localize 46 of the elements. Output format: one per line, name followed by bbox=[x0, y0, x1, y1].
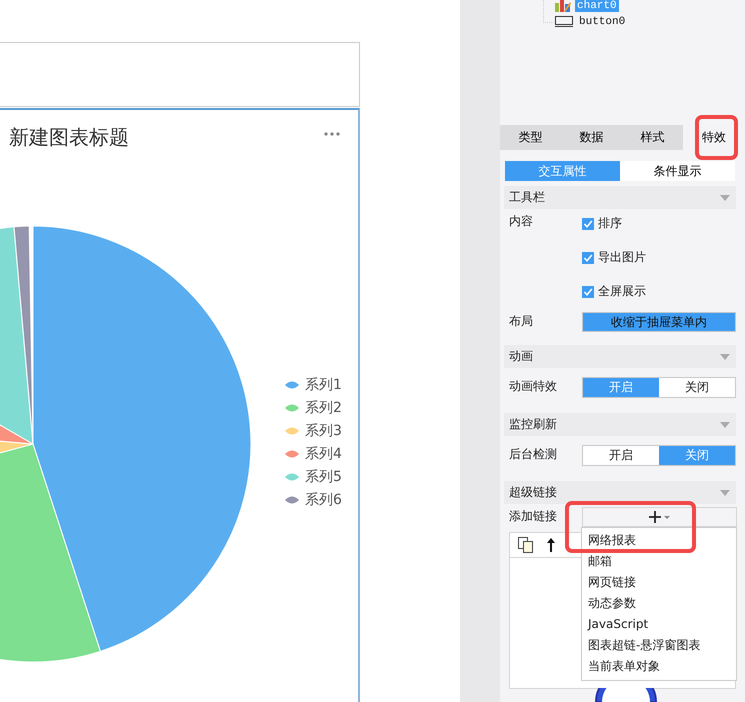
menu-item[interactable]: 动态参数 bbox=[582, 593, 736, 614]
field-label: 动画特效 bbox=[509, 378, 558, 395]
section-header[interactable]: 工具栏 bbox=[504, 186, 736, 209]
menu-item[interactable]: 邮箱 bbox=[582, 551, 736, 572]
legend-label[interactable]: 系列6 bbox=[305, 491, 342, 509]
add-link-button[interactable] bbox=[582, 507, 737, 527]
legend-label[interactable]: 系列4 bbox=[305, 445, 342, 463]
menu-item[interactable]: JavaScript bbox=[582, 614, 736, 635]
caret-icon bbox=[720, 354, 730, 360]
field-label: 添加链接 bbox=[509, 508, 558, 525]
tab[interactable]: 类型 bbox=[500, 125, 561, 150]
section-header[interactable]: 超级链接 bbox=[504, 481, 736, 504]
field-label: 内容 bbox=[509, 213, 534, 230]
section-header[interactable]: 监控刷新 bbox=[504, 413, 736, 436]
field-label: 后台检测 bbox=[509, 446, 558, 463]
tab[interactable]: 样式 bbox=[622, 125, 683, 150]
more-icon[interactable] bbox=[324, 132, 340, 136]
caret-icon bbox=[720, 490, 730, 496]
section-header[interactable]: 动画 bbox=[504, 345, 736, 368]
field-label: 布局 bbox=[509, 313, 534, 330]
up-arrow-icon[interactable] bbox=[546, 537, 556, 553]
checkbox-label: 全屏展示 bbox=[598, 283, 646, 300]
tree-item[interactable]: button0 bbox=[577, 16, 628, 28]
button-widget-icon bbox=[555, 16, 573, 27]
menu-item[interactable]: 网络报表 bbox=[582, 530, 736, 551]
checkbox[interactable] bbox=[582, 286, 594, 298]
chart-icon bbox=[555, 0, 571, 12]
copy-icon[interactable] bbox=[518, 537, 534, 553]
checkbox[interactable] bbox=[582, 252, 594, 264]
layout-button[interactable]: 收缩于抽屉菜单内 bbox=[582, 312, 736, 332]
caret-icon bbox=[720, 422, 730, 428]
checkbox[interactable] bbox=[582, 218, 594, 230]
legend-label[interactable]: 系列2 bbox=[305, 399, 342, 417]
legend-label[interactable]: 系列3 bbox=[305, 422, 342, 440]
caret-icon bbox=[720, 194, 730, 200]
tab[interactable]: 数据 bbox=[561, 125, 622, 150]
legend-label[interactable]: 系列1 bbox=[305, 376, 342, 394]
menu-item[interactable]: 当前表单对象 bbox=[582, 656, 736, 677]
checkbox-label: 导出图片 bbox=[598, 249, 646, 266]
chart-title: 新建图表标题 bbox=[9, 124, 129, 151]
legend-label[interactable]: 系列5 bbox=[305, 468, 342, 486]
menu-item[interactable]: 网页链接 bbox=[582, 572, 736, 593]
checkbox-label: 排序 bbox=[598, 215, 622, 232]
plus-icon bbox=[648, 511, 670, 523]
circle-button-icon[interactable] bbox=[594, 688, 658, 702]
menu-item[interactable]: 图表超链-悬浮窗图表 bbox=[582, 635, 736, 656]
